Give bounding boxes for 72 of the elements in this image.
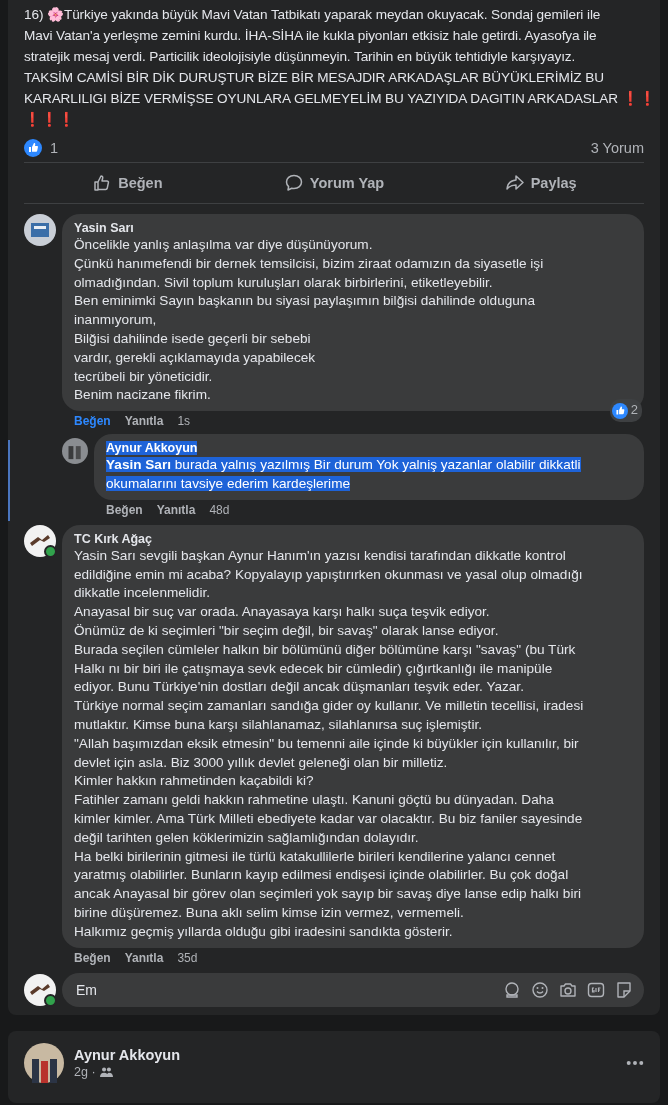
avatar-icon[interactable] — [24, 1042, 64, 1083]
post-time[interactable]: 2g · — [74, 1064, 96, 1079]
comment-text-line: Anayasal bir suç var orada. Anayasaya karşı halkı suça teşvik ediyor. — [74, 603, 491, 622]
speech-bubble-icon — [283, 173, 304, 193]
like-count: 1 — [50, 140, 59, 156]
comment-author[interactable]: Aynur Akkoyun — [106, 441, 198, 456]
like-button[interactable]: Beğen — [24, 167, 231, 199]
comment-text-line: Önümüz de ki seçimleri "bir seçim değil, bir savaş" olarak lanse ediyor. — [74, 621, 500, 640]
avatar-icon[interactable] — [24, 973, 56, 1006]
comment-text-line: Burada seçilen cümleler halkın bir bölümünü diğer bölümüne karşı "savaş" (bu Türk — [74, 640, 577, 659]
comment-text-line: ediyor. Bunu Türkiye'nin dostları değil ancak düşmanları teşvik eder. Yazar. — [74, 678, 525, 697]
comment-text-line: dikkatle incelenmelidir. — [74, 584, 211, 603]
comment-text-line: Benim nacizane fikrim. — [74, 386, 212, 405]
avatar-icon[interactable] — [24, 214, 56, 246]
post-text-line: TAKSİM CAMİSİ BİR DİK DURUŞTUR BİZE BİR MESAJDIR ARKADAŞLAR BÜYÜKLERİMİZ BU — [24, 69, 605, 87]
sticker-avatar-icon[interactable] — [502, 979, 522, 1000]
comment-text-line: kimler kimler. Ama Türk Milleti ebediyete kadar var olacaktır. Bu biz faniler sayesinde — [74, 809, 584, 828]
reply-link[interactable]: Yanıtla — [124, 414, 164, 429]
share-button[interactable]: Paylaş — [437, 167, 644, 199]
post-text-line: Mavi Vatan'a yerleşme zemini kurdu. İHA-SİHA ile kukla piyonları etkisiz hale getirdi. Ayasofya ile — [24, 27, 598, 45]
comment-button[interactable]: Yorum Yap — [230, 167, 438, 199]
comment-text-line: Halkımız geçmiş yıllarda olduğu gibi iradesini sandıkta gösterir. — [74, 922, 454, 941]
post-text-line: KARARLILIGI BİZE VERMİŞSE OYUNLARA GELMEYELİM BU YAZIYIDA DAGITIN ARKADASLAR ❗❗ — [24, 90, 648, 108]
comment-text-line: değil tarihten gelen köklerimizin sağlamlığından dolayıdır. — [74, 828, 420, 847]
post-text-line: 16) 🌸Türkiye yakında büyük Mavi Vatan Tatbikatı yaparak meydan okuyacak. Sondaj gemileri ile — [24, 6, 602, 24]
reply-link[interactable]: Yanıtla — [124, 950, 164, 965]
comment-text-line: vardır, gerekli açıklamayıda yapabilecek — [74, 348, 317, 367]
comment-count[interactable]: 3 Yorum — [590, 140, 644, 156]
comment-time: 35d — [177, 950, 198, 965]
comment-author[interactable]: TC Kırk Ağaç — [74, 530, 632, 547]
share-arrow-icon — [504, 173, 525, 193]
comment-text-line: mutlaktır. Kimse buna karşı silahlanamaz, silahlanırsa suç işlemiştir. — [74, 715, 483, 734]
comment-text-line: Halkı nı bir biri ile çatışmaya sevk edecek bir cümledir) çığırtkanlığı ile manipüle — [74, 659, 554, 678]
like-link[interactable]: Beğen — [74, 414, 111, 429]
comment-text-line: olmadığından. Sivil toplum kuruluşları olarak birbirlerini, etiketleyebilir. — [74, 273, 494, 292]
like-link[interactable]: Beğen — [74, 950, 111, 965]
emoji-icon[interactable] — [530, 979, 550, 1000]
comment-text-line: Öncelikle yanlış anlaşılma var diye düşünüyorum. — [74, 236, 374, 254]
reply-link[interactable]: Yanıtla — [156, 502, 196, 517]
comment-text-line: ancak Anayasal bir görev olan seçimleri yok sayıp bir savaş diye lanse edip halkı biri — [74, 885, 582, 904]
comment-text-line: Çünkü hanımefendi bir dernek temsilcisi, bizim ziraat odamızın da siyasetle işi — [74, 254, 545, 273]
comment-text-line: tecrübeli bir yöneticidir. — [74, 367, 214, 386]
comment-text-line: Ha belki birilerinin gitmesi ile türlü katakullilerle birileri kendilerine yalancı cennet — [74, 847, 557, 866]
comment-text-line: Bilğisi dahilinde isede geçerli bir sebebi — [74, 330, 312, 348]
like-reaction-icon — [611, 402, 628, 419]
sticker-icon[interactable] — [614, 979, 634, 1000]
comment-bar[interactable]: Em — [62, 972, 644, 1007]
like-reaction-icon[interactable] — [24, 139, 42, 157]
comment-text-line: birine düşüremez. Buna aklı selim kimse izin vermez, vermemeli. — [74, 903, 465, 922]
comment-time: 1s — [177, 414, 191, 429]
comment-text-line: edildiğine emin mi acaba? Kopyalayıp yapıştırırken okunması ve yasal olup olmadığı — [74, 565, 584, 584]
reaction-count-badge[interactable]: 2 — [609, 399, 642, 423]
comment-text-line: inanmıyorum, — [74, 311, 158, 330]
more-options-icon[interactable] — [626, 1059, 644, 1066]
like-link[interactable]: Beğen — [106, 502, 143, 517]
avatar-icon[interactable] — [24, 524, 56, 557]
comment-text-line: "Allah başımızdan eksik etmesin" bu temenni aile içinde ki büyükler için kullanılır, bir — [74, 734, 580, 753]
comment-text-line: devlet için asla. Biz 3000 yıllık devlet geleneği olan bir milletiz. — [74, 753, 449, 772]
comment-text-line: Yasin Sarı sevgili başkan Aynur Hanım'ın yazısı kendisi tarafından dikkatle kontrol — [74, 546, 567, 565]
post-text-line: stratejik mesaj verdi. Particilik ideolojisiyle düşünmeyin. Tarihin en büyük tehtidiyle karşıyayız. — [24, 48, 577, 66]
reaction-count: 2 — [630, 401, 638, 420]
comment-text-line: Türkiye normal seçim zamanları sandığa gider oy kullanır. Ve milletin tecellisi, iradesi — [74, 697, 585, 716]
comment-text-line: Ben eminimki Sayın başkanın bu siyasi paylaşımın bilğisi dahilinde olduguna — [74, 292, 536, 311]
comment-author[interactable]: Yasin Sarı — [74, 220, 632, 236]
group-icon — [99, 1066, 113, 1077]
comment-input-field[interactable]: Em — [74, 980, 502, 999]
comment-time: 48d — [209, 502, 230, 517]
post-text-line: ❗❗❗ — [24, 111, 76, 129]
comment-text-line: Kimler hakkın rahmetinden kaçabildi ki? — [74, 772, 315, 791]
comment-text-line: yaratmış olabilirler. Bunların kayıp edilmesi endişesi içinde olabilirler. Bu çok doğal — [74, 866, 570, 885]
post-author[interactable]: Aynur Akkoyun — [74, 1046, 181, 1063]
comment-text-line: Fatihler zamanı geldi hakkın rahmetine ulaştı. Kanuni göçtü bu dünyadan. Daha — [74, 791, 555, 810]
